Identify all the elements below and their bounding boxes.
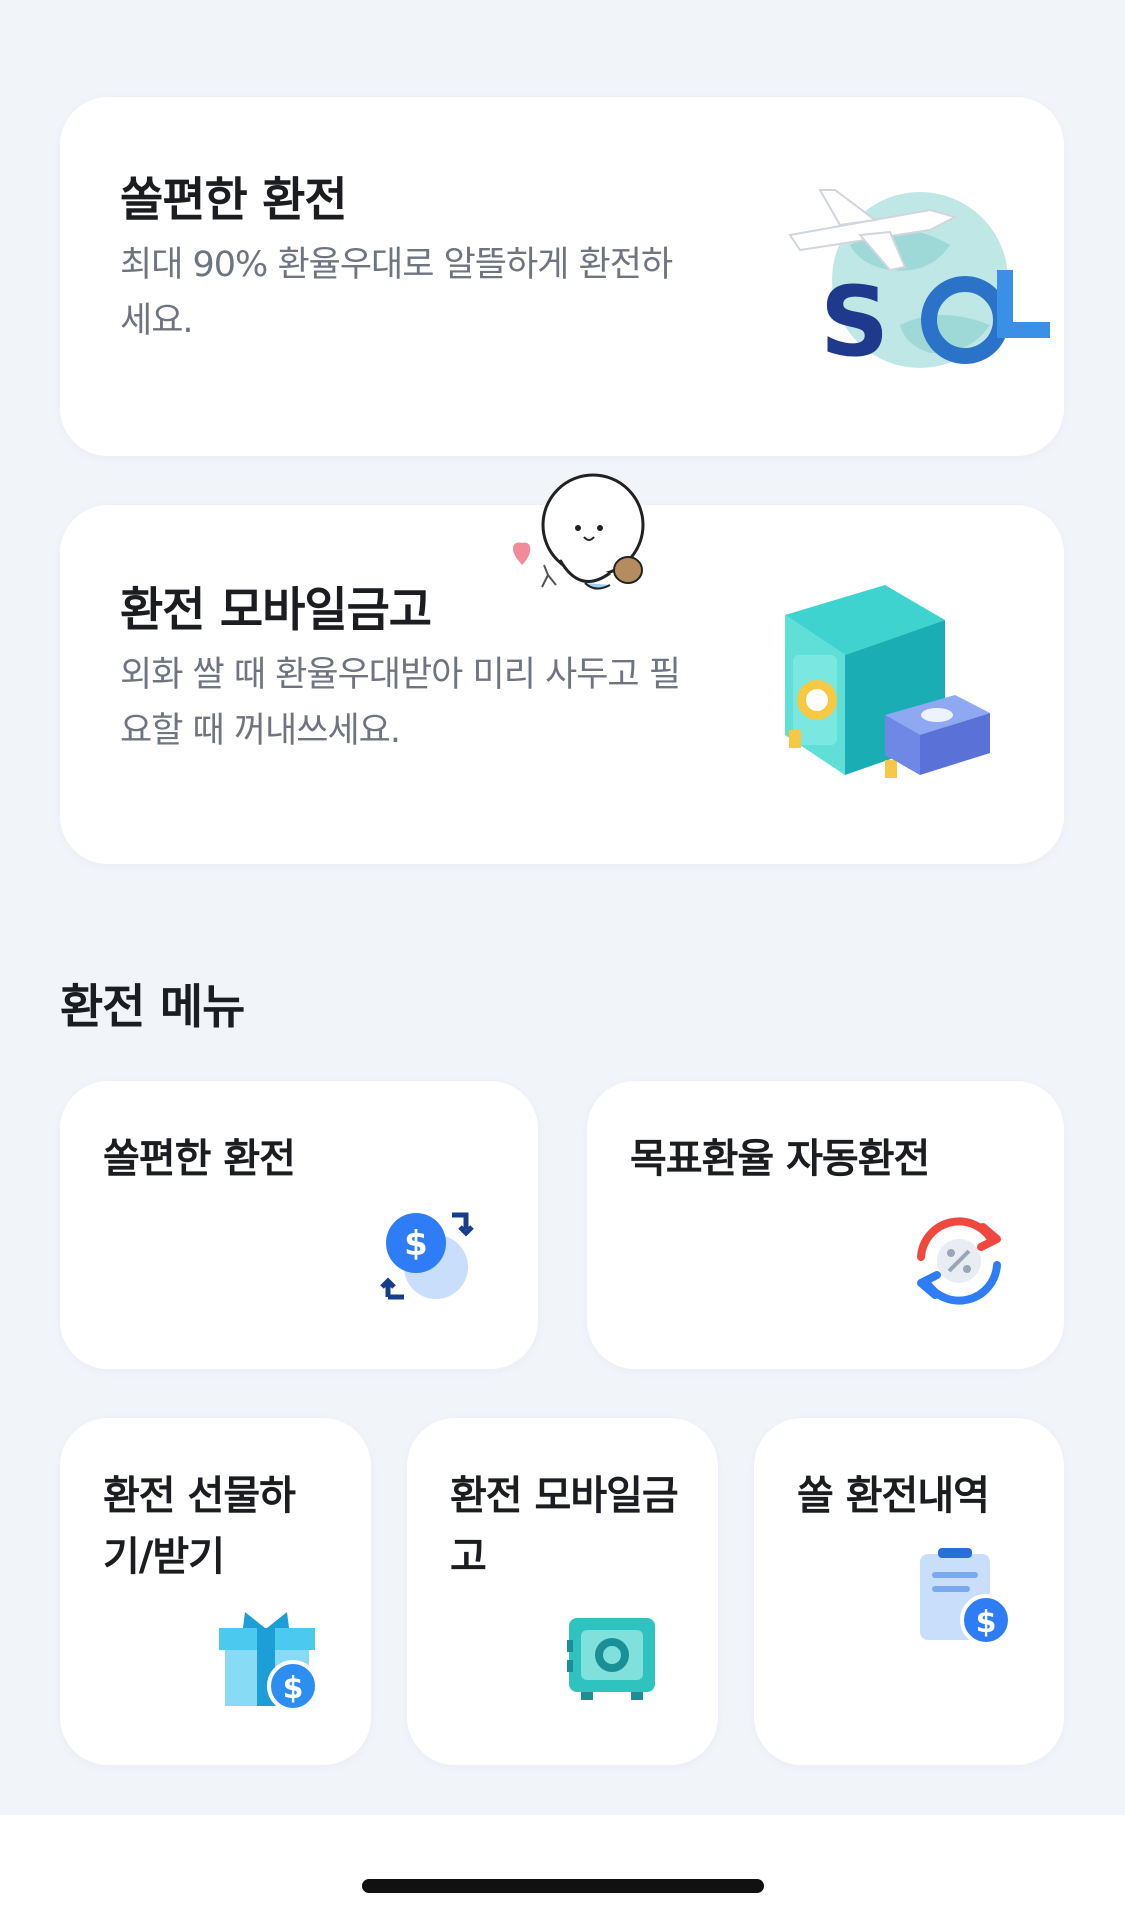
sol-globe-airplane-icon: S [788, 189, 1050, 375]
auto-exchange-rate-icon [917, 1217, 1001, 1305]
svg-text:$: $ [404, 1224, 428, 1264]
gift-dollar-icon: $ [219, 1612, 319, 1712]
menu-item-exchange-gift[interactable]: 환전 선물하기/받기 $ [60, 1418, 371, 1765]
currency-exchange-icon: $ [380, 1212, 474, 1300]
menu-item-easy-exchange[interactable]: 쏠편한 환전 $ [60, 1081, 538, 1369]
banner-description: 최대 90% 환율우대로 알뜰하게 환전하세요. [120, 245, 673, 341]
svg-text:S: S [820, 266, 889, 375]
safe-icon [567, 1618, 655, 1700]
menu-item-mobile-vault[interactable]: 환전 모바일금고 [407, 1418, 718, 1765]
menu-item-target-rate-auto-exchange[interactable]: 목표환율 자동환전 [587, 1081, 1064, 1369]
menu-item-exchange-history[interactable]: 쏠 환전내역 $ [754, 1418, 1064, 1765]
banner-title: 환전 모바일금고 [120, 583, 432, 638]
seal-mascot-icon [513, 473, 645, 590]
menu-label: 목표환율 자동환전 [630, 1136, 930, 1182]
clipboard-dollar-icon: $ [920, 1548, 1012, 1646]
banner-description: 외화 쌀 때 환율우대받아 미리 사두고 필요할 때 꺼내쓰세요. [120, 655, 681, 751]
menu-label: 쏠 환전내역 [797, 1473, 990, 1519]
menu-label: 환전 선물하기/받기 [103, 1473, 296, 1580]
safe-with-money-icon [785, 585, 990, 778]
banner-easy-exchange[interactable]: 쏠편한 환전 최대 90% 환율우대로 알뜰하게 환전하세요. S [60, 97, 1064, 456]
bottom-safe-area [0, 1815, 1125, 1915]
menu-label: 쏠편한 환전 [103, 1136, 296, 1182]
section-title: 환전 메뉴 [60, 980, 245, 1035]
svg-text:$: $ [283, 1671, 304, 1706]
menu-label: 환전 모바일금고 [450, 1473, 679, 1580]
svg-text:$: $ [976, 1605, 997, 1640]
home-indicator[interactable] [362, 1879, 764, 1893]
banner-title: 쏠편한 환전 [120, 173, 348, 228]
